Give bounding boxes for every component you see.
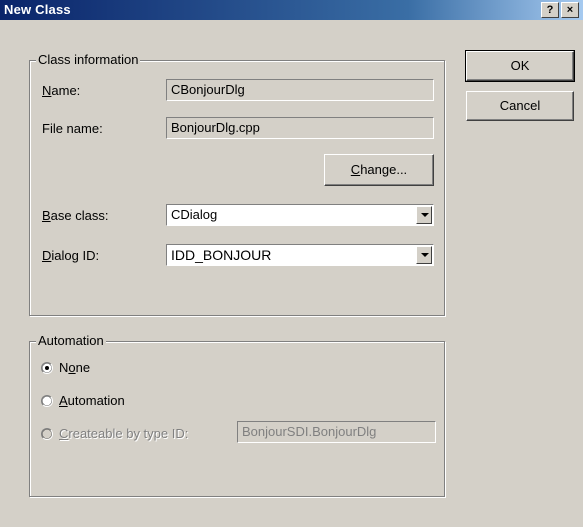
dialog-id-dropdown-button[interactable] [416, 246, 432, 264]
name-label: Name: [42, 83, 81, 98]
automation-label: Automation [36, 333, 106, 348]
dialog-id-value: IDD_BONJOUR [171, 247, 272, 263]
ok-button[interactable]: OK [465, 50, 575, 82]
radio-none[interactable] [41, 362, 53, 374]
change-button[interactable]: Change... [324, 154, 434, 186]
question-mark-icon: ? [546, 4, 554, 16]
window-title: New Class [4, 2, 71, 17]
radio-automation[interactable] [41, 395, 53, 407]
base-class-label: Base class: [42, 208, 109, 223]
dialog-id-label: Dialog ID: [42, 248, 100, 263]
file-name-label: File name: [42, 121, 103, 136]
radio-selected-dot-icon [45, 366, 49, 370]
file-name-field: BonjourDlg.cpp [166, 117, 434, 139]
base-class-dropdown-button[interactable] [416, 206, 432, 224]
type-id-field: BonjourSDI.BonjourDlg [237, 421, 436, 443]
base-class-combo[interactable]: CDialog [166, 204, 434, 226]
help-button[interactable]: ? [541, 2, 559, 18]
cancel-button[interactable]: Cancel [466, 91, 574, 121]
class-information-label: Class information [36, 52, 141, 67]
radio-automation-label[interactable]: Automation [59, 393, 125, 408]
chevron-down-icon [421, 213, 429, 217]
dialog-id-combo[interactable]: IDD_BONJOUR [166, 244, 434, 266]
radio-createable [41, 428, 53, 440]
radio-none-label[interactable]: None [59, 360, 90, 375]
title-bar: New Class ? × [0, 0, 583, 20]
type-id-value: BonjourSDI.BonjourDlg [242, 424, 377, 439]
base-class-value: CDialog [171, 207, 218, 222]
close-icon: × [566, 4, 574, 16]
close-button[interactable]: × [561, 2, 579, 18]
file-name-value: BonjourDlg.cpp [171, 120, 260, 135]
automation-group: Automation [29, 333, 445, 497]
radio-createable-label: Createable by type ID: [59, 426, 189, 441]
name-value: CBonjourDlg [171, 82, 245, 97]
chevron-down-icon [421, 253, 429, 257]
name-field[interactable]: CBonjourDlg [166, 79, 434, 101]
